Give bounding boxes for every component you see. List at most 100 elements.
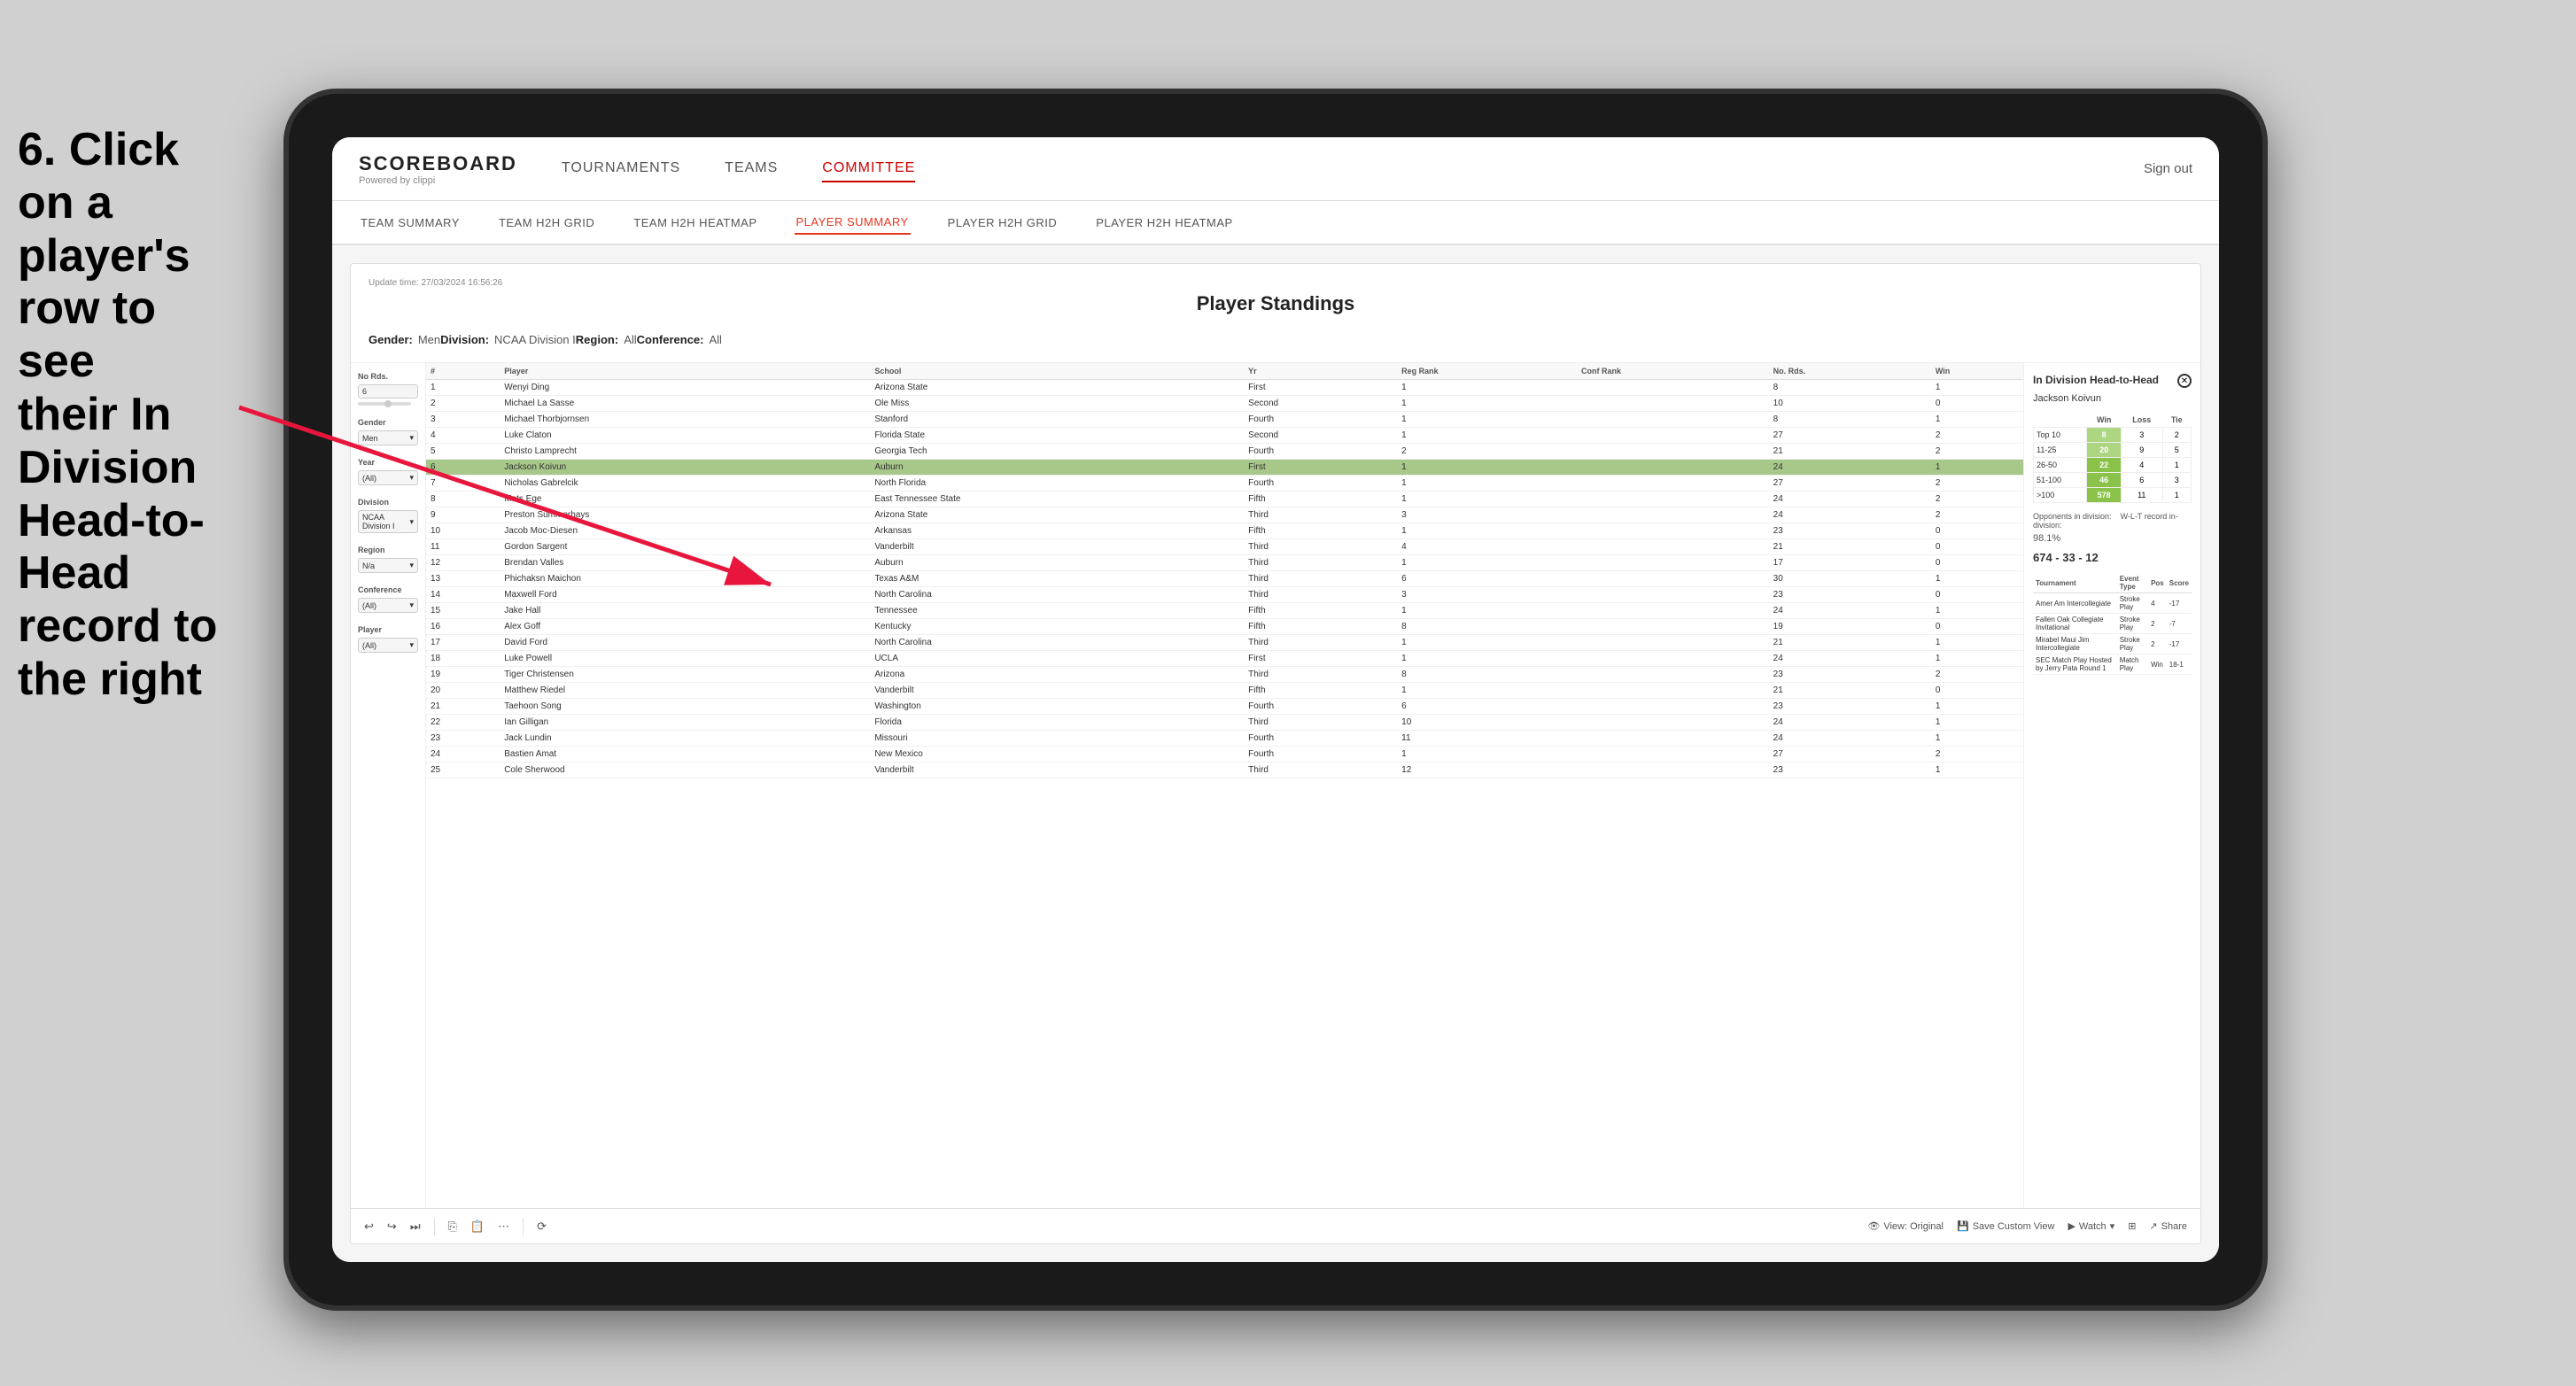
table-row[interactable]: 1 Wenyi Ding Arizona State First 1 8 1 <box>426 380 2023 396</box>
watch-button[interactable]: ▶ Watch ▾ <box>2068 1220 2114 1232</box>
tablet-frame: SCOREBOARD Powered by clippi TOURNAMENTS… <box>283 89 2268 1311</box>
more-icon[interactable]: ⋯ <box>498 1220 509 1234</box>
table-row[interactable]: 11 Gordon Sargent Vanderbilt Third 4 21 … <box>426 539 2023 555</box>
no-rds-filter: No Rds. 6 <box>358 372 418 406</box>
no-rds-value: 6 <box>358 384 418 399</box>
table-row[interactable]: 20 Matthew Riedel Vanderbilt Fifth 1 21 … <box>426 683 2023 699</box>
h2h-row-11-25: 11-25 20 9 5 <box>2034 443 2192 458</box>
update-time-label: Update time: <box>369 278 419 288</box>
h2h-close-button[interactable]: ✕ <box>2177 374 2192 388</box>
region-select[interactable]: N/a ▾ <box>358 558 418 573</box>
h2h-header-row: Win Loss Tie <box>2034 413 2192 428</box>
col-yr: Yr <box>1244 363 1397 380</box>
h2h-row-100plus: >100 578 11 1 <box>2034 488 2192 503</box>
toolbar-sep-2 <box>523 1218 524 1235</box>
layout-icon[interactable]: ⊞ <box>2128 1220 2136 1232</box>
tourney-row-3: Mirabel Maui Jim Intercollegiate Stroke … <box>2033 634 2192 654</box>
table-row[interactable]: 9 Preston Summerhays Arizona State Third… <box>426 507 2023 523</box>
conference-sidebar: Conference (All) ▾ <box>358 585 418 613</box>
table-row[interactable]: 7 Nicholas Gabrelcik North Florida Fourt… <box>426 476 2023 492</box>
col-school: School <box>870 363 1244 380</box>
table-row[interactable]: 15 Jake Hall Tennessee Fifth 1 24 1 <box>426 603 2023 619</box>
sub-nav-player-h2h-heatmap[interactable]: PLAYER H2H HEATMAP <box>1094 212 1234 234</box>
player-sidebar: Player (All) ▾ <box>358 625 418 653</box>
table-row[interactable]: 13 Phichaksn Maichon Texas A&M Third 6 3… <box>426 571 2023 587</box>
table-row[interactable]: 19 Tiger Christensen Arizona Third 8 23 … <box>426 667 2023 683</box>
table-row[interactable]: 8 Mats Ege East Tennessee State Fifth 1 … <box>426 492 2023 507</box>
paste-icon[interactable]: 📋 <box>470 1220 485 1234</box>
table-row[interactable]: 5 Christo Lamprecht Georgia Tech Fourth … <box>426 444 2023 460</box>
logo-text: SCOREBOARD <box>359 152 517 175</box>
col-player: Player <box>500 363 870 380</box>
h2h-opponents-label: Opponents in division: W-L-T record in-d… <box>2033 512 2192 530</box>
division-select[interactable]: NCAA Division I ▾ <box>358 510 418 533</box>
top-nav: SCOREBOARD Powered by clippi TOURNAMENTS… <box>332 137 2219 201</box>
table-row[interactable]: 23 Jack Lundin Missouri Fourth 11 24 1 <box>426 731 2023 747</box>
watch-chevron: ▾ <box>2110 1220 2115 1232</box>
table-row[interactable]: 17 David Ford North Carolina Third 1 21 … <box>426 635 2023 651</box>
nav-tournaments[interactable]: TOURNAMENTS <box>562 156 680 182</box>
table-row[interactable]: 16 Alex Goff Kentucky Fifth 8 19 0 <box>426 619 2023 635</box>
sub-nav-team-h2h-heatmap[interactable]: TEAM H2H HEATMAP <box>632 212 758 234</box>
conference-select[interactable]: (All) ▾ <box>358 598 418 613</box>
update-time-value: 27/03/2024 16:56:26 <box>421 278 502 288</box>
copy-icon[interactable]: ⎘ <box>448 1220 457 1234</box>
nav-teams[interactable]: TEAMS <box>725 156 778 182</box>
h2h-title: In Division Head-to-Head <box>2033 374 2159 386</box>
skip-icon[interactable]: ⏭ <box>410 1220 421 1234</box>
bottom-toolbar: ↩ ↪ ⏭ ⎘ 📋 ⋯ ⟳ 👁 View: Original <box>351 1208 2200 1243</box>
col-rank: # <box>426 363 500 380</box>
view-original-button[interactable]: 👁 View: Original <box>1867 1220 1944 1232</box>
tourney-row-1: Amer Am Intercollegiate Stroke Play 4 -1… <box>2033 593 2192 614</box>
table-row[interactable]: 14 Maxwell Ford North Carolina Third 3 2… <box>426 587 2023 603</box>
sub-nav-team-summary[interactable]: TEAM SUMMARY <box>359 212 462 234</box>
h2h-col-win: Win <box>2087 413 2122 428</box>
gender-select[interactable]: Men ▾ <box>358 430 418 445</box>
share-button[interactable]: ↗ Share <box>2149 1220 2187 1232</box>
tourney-col-name: Tournament <box>2033 573 2117 593</box>
undo-icon[interactable]: ↩ <box>364 1220 374 1234</box>
refresh-icon[interactable]: ⟳ <box>537 1220 547 1234</box>
table-row[interactable]: 25 Cole Sherwood Vanderbilt Third 12 23 … <box>426 763 2023 778</box>
table-row[interactable]: 22 Ian Gilligan Florida Third 10 24 1 <box>426 715 2023 731</box>
dashboard-header: Update time: 27/03/2024 16:56:26 Player … <box>351 264 2200 363</box>
table-row[interactable]: 10 Jacob Moc-Diesen Arkansas Fifth 1 23 … <box>426 523 2023 539</box>
col-reg-rank: Reg Rank <box>1397 363 1577 380</box>
table-row[interactable]: 3 Michael Thorbjornsen Stanford Fourth 1… <box>426 412 2023 428</box>
h2h-player-name: Jackson Koivun <box>2033 393 2192 404</box>
content-area: No Rds. 6 Gender Men <box>351 363 2200 1208</box>
player-select[interactable]: (All) ▾ <box>358 638 418 653</box>
gender-filter: Gender: Men <box>369 333 440 346</box>
toolbar-right: 👁 View: Original 💾 Save Custom View ▶ Wa… <box>1867 1220 2187 1232</box>
sub-nav-team-h2h-grid[interactable]: TEAM H2H GRID <box>497 212 596 234</box>
table-row[interactable]: 6 Jackson Koivun Auburn First 1 24 1 <box>426 460 2023 476</box>
table-row[interactable]: 2 Michael La Sasse Ole Miss Second 1 10 … <box>426 396 2023 412</box>
nav-committee[interactable]: COMMITTEE <box>822 156 915 182</box>
table-row[interactable]: 24 Bastien Amat New Mexico Fourth 1 27 2 <box>426 747 2023 763</box>
redo-icon[interactable]: ↪ <box>387 1220 397 1234</box>
dashboard-wrapper: Update time: 27/03/2024 16:56:26 Player … <box>350 263 2201 1244</box>
year-sidebar: Year (All) ▾ <box>358 458 418 485</box>
no-rds-slider[interactable] <box>358 402 411 406</box>
sign-out-button[interactable]: Sign out <box>2144 161 2192 176</box>
gender-sidebar: Gender Men ▾ <box>358 418 418 445</box>
sub-nav: TEAM SUMMARY TEAM H2H GRID TEAM H2H HEAT… <box>332 201 2219 245</box>
division-filter: Division: NCAA Division I <box>440 333 576 346</box>
table-row[interactable]: 21 Taehoon Song Washington Fourth 6 23 1 <box>426 699 2023 715</box>
year-select[interactable]: (All) ▾ <box>358 470 418 485</box>
col-win: Win <box>1931 363 2023 380</box>
filters-row: Gender: Men Division: NCAA Division I Re… <box>369 326 2183 353</box>
tourney-col-type: Event Type <box>2117 573 2148 593</box>
h2h-col-loss: Loss <box>2121 413 2162 428</box>
view-icon: 👁 <box>1867 1220 1880 1232</box>
sub-nav-player-h2h-grid[interactable]: PLAYER H2H GRID <box>946 212 1059 234</box>
table-row[interactable]: 4 Luke Claton Florida State Second 1 27 … <box>426 428 2023 444</box>
save-custom-button[interactable]: 💾 Save Custom View <box>1957 1220 2054 1232</box>
region-sidebar: Region N/a ▾ <box>358 546 418 573</box>
left-sidebar: No Rds. 6 Gender Men <box>351 363 426 1208</box>
tourney-col-score: Score <box>2167 573 2192 593</box>
table-row[interactable]: 12 Brendan Valles Auburn Third 1 17 0 <box>426 555 2023 571</box>
dashboard-title: Player Standings <box>369 292 2183 315</box>
table-row[interactable]: 18 Luke Powell UCLA First 1 24 1 <box>426 651 2023 667</box>
sub-nav-player-summary[interactable]: PLAYER SUMMARY <box>795 211 911 235</box>
